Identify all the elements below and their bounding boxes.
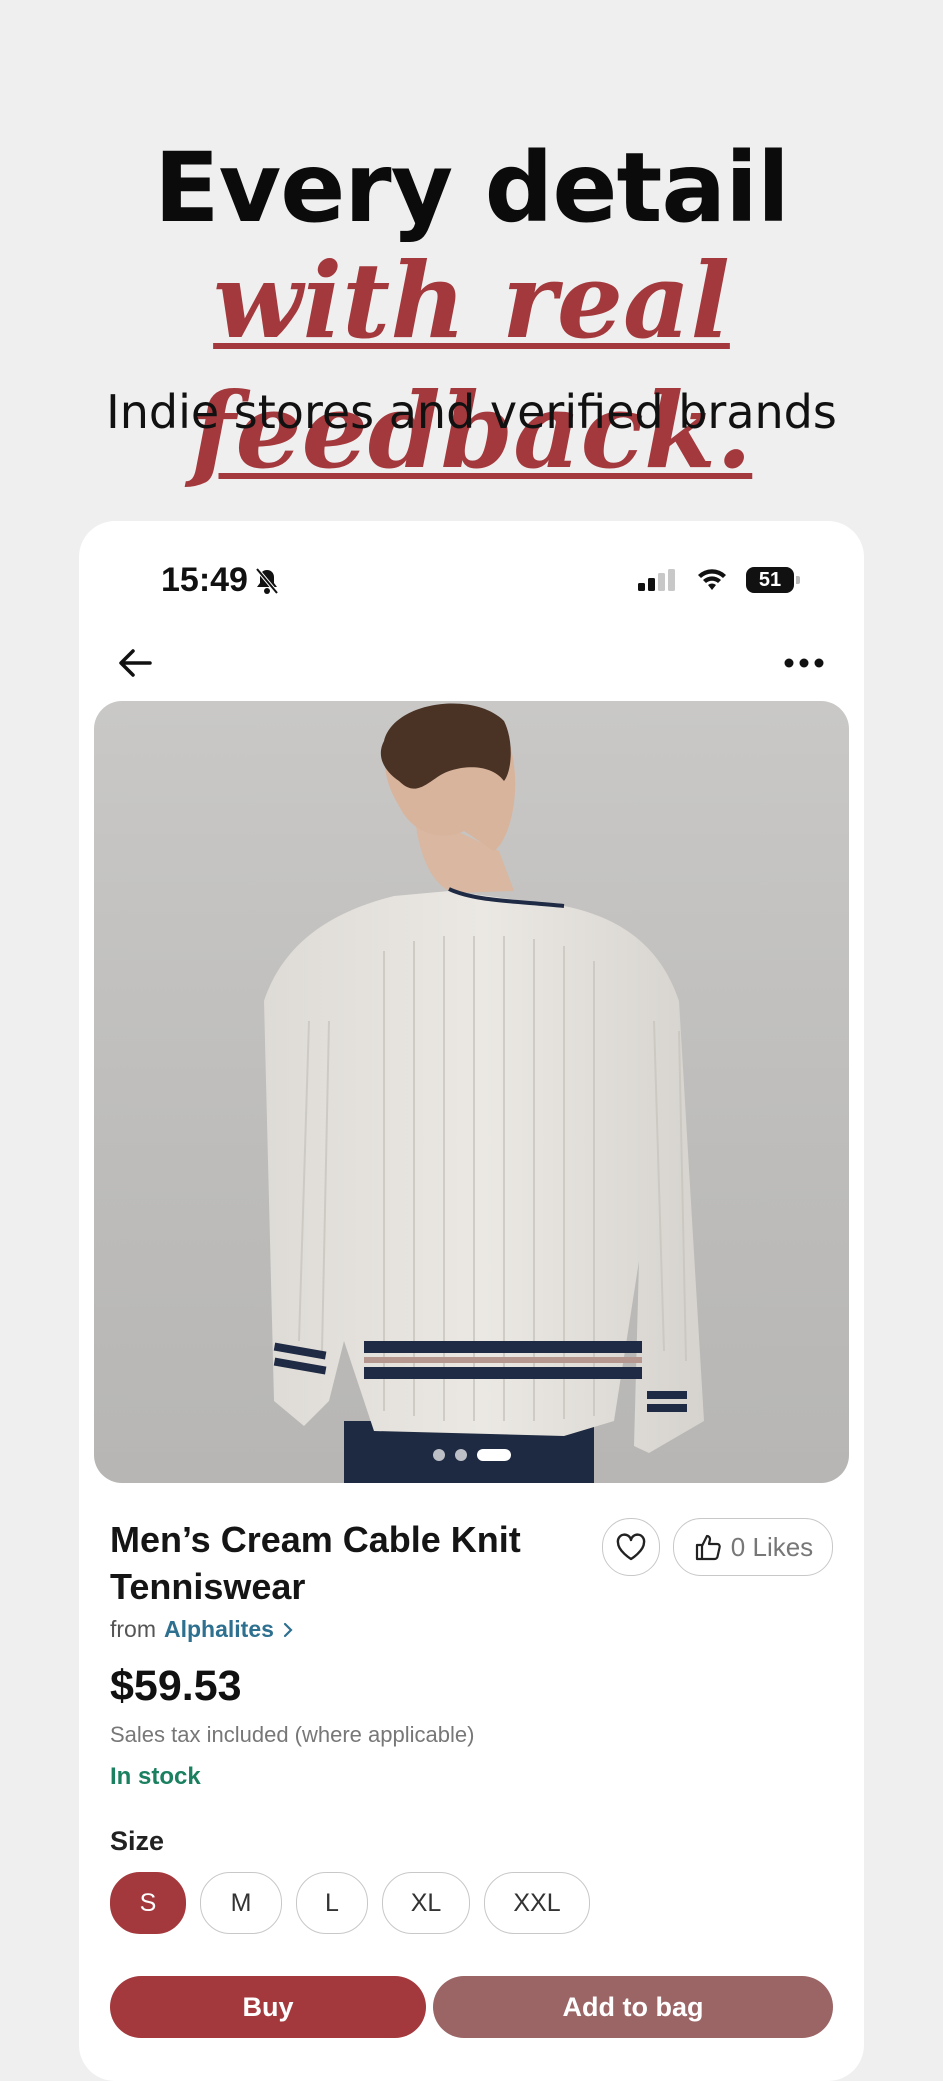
size-option-m[interactable]: M (200, 1872, 282, 1934)
wifi-icon (698, 569, 726, 590)
battery-icon: 51 (746, 567, 800, 593)
pagination-dot[interactable] (454, 1449, 467, 1461)
size-label: Size (110, 1826, 165, 1856)
store-line: from Alphalites (110, 1616, 294, 1643)
add-to-bag-button[interactable]: Add to bag (433, 1976, 833, 2038)
status-icons: 51 (638, 567, 800, 593)
like-button[interactable]: 0 Likes (673, 1518, 833, 1576)
product-image[interactable] (94, 701, 849, 1483)
pagination-dot[interactable] (432, 1449, 445, 1461)
phone-screen: 15:49 51 Men’s Cream Cable Knit Tenniswe… (79, 521, 864, 2081)
buy-button[interactable]: Buy (110, 1976, 426, 2038)
size-option-s[interactable]: S (110, 1872, 186, 1934)
more-options-button[interactable] (774, 639, 834, 687)
likes-count: 0 Likes (730, 1531, 814, 1562)
hero-title: Every detail (154, 132, 790, 244)
image-pagination[interactable] (94, 1449, 849, 1461)
status-time-text: 15:49 (161, 561, 248, 599)
product-title: Men’s Cream Cable Knit Tenniswear (110, 1519, 521, 1607)
product-photo (264, 703, 704, 1483)
heart-icon (616, 1533, 646, 1561)
arrow-left-icon (119, 649, 152, 677)
stock-status: In stock (110, 1763, 201, 1790)
store-link[interactable]: Alphalites (164, 1616, 274, 1643)
size-option-xl[interactable]: XL (382, 1872, 470, 1934)
back-button[interactable] (111, 639, 159, 687)
more-horizontal-icon (784, 658, 824, 668)
size-option-l[interactable]: L (296, 1872, 368, 1934)
bell-slash-icon (255, 567, 279, 594)
hero-subtitle: Indie stores and verified brands (106, 385, 837, 439)
size-selector: S M L XL XXL (110, 1872, 590, 1934)
chevron-right-icon[interactable] (282, 1621, 294, 1639)
tax-note: Sales tax included (where applicable) (110, 1722, 475, 1747)
hero-accent: with real feedback. (190, 239, 753, 492)
size-option-xxl[interactable]: XXL (484, 1872, 590, 1934)
pagination-dot-active[interactable] (476, 1449, 511, 1461)
signal-icon (638, 569, 675, 591)
product-price: $59.53 (110, 1662, 242, 1710)
from-label: from (110, 1616, 156, 1642)
favorite-button[interactable] (602, 1518, 660, 1576)
thumbs-up-icon (695, 1534, 721, 1561)
status-time: 15:49 (161, 561, 280, 600)
